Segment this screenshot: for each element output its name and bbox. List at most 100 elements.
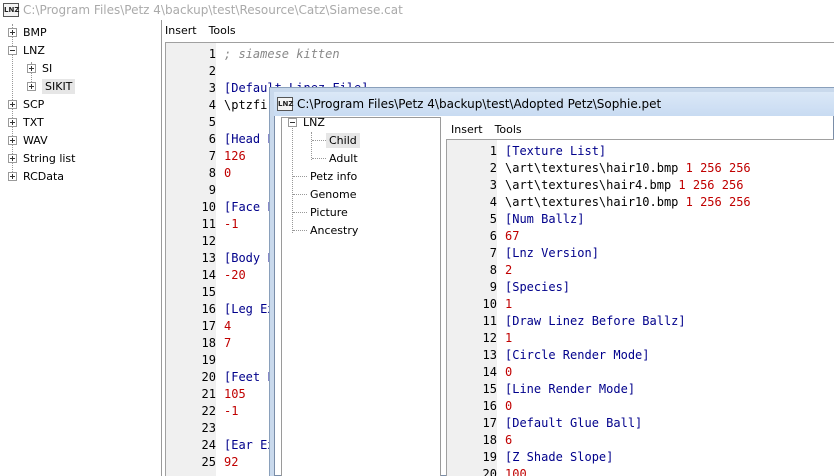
front-code-editor[interactable]: 1 [Texture List] 2 \art\textures\hair10.bmp…: [446, 139, 834, 476]
line-number: 11: [482, 314, 497, 328]
lnz-app-icon: LNZ: [277, 97, 293, 111]
section-header-token: [Default Glue Ball]: [505, 416, 643, 430]
front-window-titlebar[interactable]: LNZ C:\Program Files\Petz 4\backup\test\…: [274, 92, 834, 116]
collapse-icon[interactable]: [288, 117, 297, 127]
tree-item-label: LNZ: [303, 115, 325, 129]
tree-item-si[interactable]: SI: [27, 59, 52, 77]
line-number: 4: [489, 195, 497, 209]
numeric-token: 1 256 256: [685, 161, 751, 175]
expand-icon[interactable]: [27, 81, 36, 91]
tree-item-label: Adult: [329, 151, 358, 165]
tree-connector: [293, 212, 307, 213]
tree-item-sikit[interactable]: SIKIT: [27, 77, 76, 95]
path-token: \art\textures\hair10.bmp: [505, 195, 686, 209]
tree-item-rcdata[interactable]: RCData: [8, 167, 64, 185]
tree-item-petz-info[interactable]: Petz info: [310, 167, 357, 185]
tree-item-ancestry[interactable]: Ancestry: [310, 221, 358, 239]
line-number: 24: [201, 438, 216, 452]
tree-item-child[interactable]: Child: [326, 131, 360, 149]
expand-icon[interactable]: [8, 117, 17, 127]
line-number: 12: [201, 234, 216, 248]
line-text: 0: [505, 398, 512, 415]
numeric-token: 0: [505, 399, 513, 413]
line-number: 18: [482, 433, 497, 447]
back-resource-tree: BMP LNZ SI SIKIT SCP TXT WAV String list…: [0, 20, 162, 476]
back-window-titlebar[interactable]: LNZ C:\Program Files\Petz 4\backup\test\…: [0, 0, 834, 20]
line-number: 6: [208, 132, 216, 146]
front-menubar: Insert Tools: [451, 123, 522, 136]
line-number: 14: [482, 365, 497, 379]
line-text: [Head E: [224, 132, 275, 146]
line-number: 16: [201, 302, 216, 316]
line-text: \ptzfi: [224, 98, 268, 112]
line-text: 4: [224, 319, 232, 333]
tree-connector: [293, 230, 307, 231]
tree-item-bmp[interactable]: BMP: [8, 23, 47, 41]
line-number: 20: [482, 467, 497, 476]
menu-tools[interactable]: Tools: [495, 123, 522, 136]
line-text: 100: [505, 466, 527, 476]
line-number: 2: [208, 64, 216, 78]
expand-icon[interactable]: [27, 63, 36, 73]
tree-item-lnz[interactable]: LNZ: [8, 41, 45, 59]
line-number: 10: [201, 200, 216, 214]
line-number: 13: [482, 348, 497, 362]
numeric-token: 1 256 256: [678, 178, 744, 192]
tree-item-label: SIKIT: [42, 78, 76, 94]
menu-tools[interactable]: Tools: [209, 24, 236, 37]
line-number: 15: [201, 285, 216, 299]
section-header-token: [Line Render Mode]: [505, 382, 636, 396]
line-number: 5: [489, 212, 497, 226]
line-number: 13: [201, 251, 216, 265]
line-number: 16: [482, 399, 497, 413]
line-number: 2: [489, 161, 497, 175]
line-number: 14: [201, 268, 216, 282]
tree-item-genome[interactable]: Genome: [310, 185, 356, 203]
section-header-token: [Num Ballz]: [505, 212, 585, 226]
tree-item-lnz[interactable]: LNZ: [288, 113, 325, 131]
line-number: 6: [489, 229, 497, 243]
line-text: 0: [224, 166, 232, 180]
line-text: 92: [224, 455, 239, 469]
line-text: -1: [224, 217, 239, 231]
tree-item-string-list[interactable]: String list: [8, 149, 75, 167]
tree-item-label: SCP: [23, 97, 45, 111]
tree-item-label: BMP: [23, 25, 47, 39]
section-header-token: [Species]: [505, 280, 571, 294]
tree-item-txt[interactable]: TXT: [8, 113, 44, 131]
collapse-icon[interactable]: [8, 45, 17, 55]
line-text: [Texture List]: [505, 143, 606, 160]
line-number: 17: [482, 416, 497, 430]
path-token: \art\textures\hair4.bmp: [505, 178, 679, 192]
line-text: 126: [224, 149, 246, 163]
expand-icon[interactable]: [8, 27, 17, 37]
expand-icon[interactable]: [8, 99, 17, 109]
tree-item-wav[interactable]: WAV: [8, 131, 48, 149]
expand-icon[interactable]: [8, 171, 17, 181]
tree-item-picture[interactable]: Picture: [310, 203, 348, 221]
front-window-title: C:\Program Files\Petz 4\backup\test\Adop…: [297, 97, 662, 111]
line-number: 9: [489, 280, 497, 294]
menu-insert[interactable]: Insert: [165, 24, 197, 37]
section-header-token: [Draw Linez Before Ballz]: [505, 314, 686, 328]
expand-icon[interactable]: [8, 135, 17, 145]
tree-item-adult[interactable]: Adult: [329, 149, 358, 167]
line-number: 8: [489, 263, 497, 277]
line-number: 19: [482, 450, 497, 464]
numeric-token: 100: [505, 467, 527, 476]
line-number: 12: [482, 331, 497, 345]
tree-item-scp[interactable]: SCP: [8, 95, 44, 113]
tree-connector: [292, 125, 293, 233]
numeric-token: 2: [505, 263, 513, 277]
menu-insert[interactable]: Insert: [451, 123, 483, 136]
section-header-token: [Texture List]: [505, 144, 607, 158]
line-number: 11: [201, 217, 216, 231]
line-number: 10: [482, 297, 497, 311]
section-header-token: [Z Shade Slope]: [505, 450, 614, 464]
front-window: LNZ C:\Program Files\Petz 4\backup\test\…: [274, 92, 834, 476]
line-text: [Ear Ex: [224, 438, 275, 452]
line-text: 1: [505, 296, 512, 313]
expand-icon[interactable]: [8, 153, 17, 163]
numeric-token: 6: [505, 433, 513, 447]
tree-item-label: String list: [23, 151, 76, 165]
